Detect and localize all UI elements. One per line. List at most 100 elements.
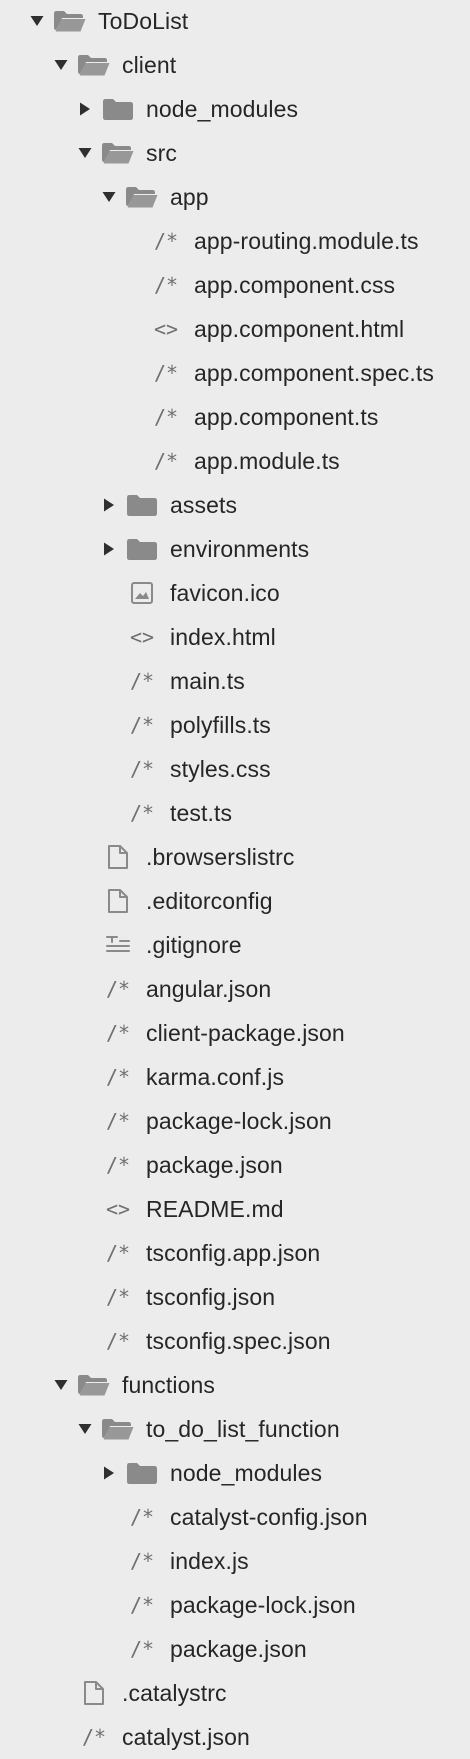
script-file-icon: /* bbox=[129, 669, 155, 693]
script-file-icon: /* bbox=[105, 1153, 131, 1177]
tree-file-tsconfig-spec-json[interactable]: /* tsconfig.spec.json bbox=[0, 1319, 470, 1363]
script-file-icon: /* bbox=[153, 273, 179, 297]
folder-open-icon bbox=[77, 52, 111, 78]
tree-file-app-component-ts[interactable]: /* app.component.ts bbox=[0, 395, 470, 439]
tree-file-main-ts[interactable]: /* main.ts bbox=[0, 659, 470, 703]
text-lines-icon bbox=[101, 932, 135, 958]
tree-folder-functions[interactable]: functions bbox=[0, 1363, 470, 1407]
tree-file-app-component-html[interactable]: <> app.component.html bbox=[0, 307, 470, 351]
tree-item-label: test.ts bbox=[170, 800, 233, 826]
script-file-icon: /* bbox=[129, 801, 155, 825]
tree-folder-app[interactable]: app bbox=[0, 175, 470, 219]
tree-item-label: tsconfig.spec.json bbox=[146, 1328, 331, 1354]
tree-file-app-component-spec-ts[interactable]: /* app.component.spec.ts bbox=[0, 351, 470, 395]
tree-folder-node-modules[interactable]: node_modules bbox=[0, 1451, 470, 1495]
disclosure-expanded-icon[interactable] bbox=[54, 1378, 68, 1392]
tree-file-client-package-json[interactable]: /* client-package.json bbox=[0, 1011, 470, 1055]
disclosure-collapsed-icon[interactable] bbox=[78, 102, 92, 116]
tree-folder-client[interactable]: client bbox=[0, 43, 470, 87]
tree-file-editorconfig[interactable]: .editorconfig bbox=[0, 879, 470, 923]
tree-item-label: polyfills.ts bbox=[170, 712, 271, 738]
tree-item-label: .catalystrc bbox=[122, 1680, 227, 1706]
tree-file-angular-json[interactable]: /* angular.json bbox=[0, 967, 470, 1011]
folder-open-icon bbox=[101, 140, 135, 166]
tree-file-catalyst-config-json[interactable]: /* catalyst-config.json bbox=[0, 1495, 470, 1539]
script-file-icon: /* bbox=[153, 229, 179, 253]
tree-file-app-module-ts[interactable]: /* app.module.ts bbox=[0, 439, 470, 483]
tree-file-styles-css[interactable]: /* styles.css bbox=[0, 747, 470, 791]
tree-file-readme-md[interactable]: <> README.md bbox=[0, 1187, 470, 1231]
tree-file-package-json[interactable]: /* package.json bbox=[0, 1627, 470, 1671]
tree-item-label: node_modules bbox=[170, 1460, 323, 1486]
script-file-icon: /* bbox=[153, 449, 179, 473]
tree-file-index-html[interactable]: <> index.html bbox=[0, 615, 470, 659]
tree-item-label: app.module.ts bbox=[194, 448, 340, 474]
tree-file-package-lock-json[interactable]: /* package-lock.json bbox=[0, 1583, 470, 1627]
script-file-icon: /* bbox=[129, 1505, 155, 1529]
disclosure-collapsed-icon[interactable] bbox=[102, 498, 116, 512]
tree-item-label: to_do_list_function bbox=[146, 1416, 340, 1442]
script-file-icon: /* bbox=[81, 1725, 107, 1749]
document-icon bbox=[101, 888, 135, 914]
disclosure-expanded-icon[interactable] bbox=[78, 1422, 92, 1436]
script-file-icon: /* bbox=[105, 1285, 131, 1309]
tree-file-browserslistrc[interactable]: .browserslistrc bbox=[0, 835, 470, 879]
tree-item-label: karma.conf.js bbox=[146, 1064, 285, 1090]
folder-open-icon bbox=[101, 1416, 135, 1442]
tree-file-tsconfig-json[interactable]: /* tsconfig.json bbox=[0, 1275, 470, 1319]
disclosure-expanded-icon[interactable] bbox=[30, 14, 44, 28]
document-icon bbox=[77, 1680, 111, 1706]
tree-item-label: package.json bbox=[170, 1636, 307, 1662]
tree-item-label: index.js bbox=[170, 1548, 249, 1574]
folder-icon bbox=[125, 536, 159, 562]
tree-item-label: app.component.ts bbox=[194, 404, 379, 430]
tree-item-label: tsconfig.app.json bbox=[146, 1240, 321, 1266]
tree-item-label: app.component.css bbox=[194, 272, 396, 298]
tree-file-package-lock-json[interactable]: /* package-lock.json bbox=[0, 1099, 470, 1143]
tree-file-app-component-css[interactable]: /* app.component.css bbox=[0, 263, 470, 307]
tree-file-index-js[interactable]: /* index.js bbox=[0, 1539, 470, 1583]
tree-item-label: .editorconfig bbox=[146, 888, 273, 914]
tree-item-label: app-routing.module.ts bbox=[194, 228, 419, 254]
tree-file-polyfills-ts[interactable]: /* polyfills.ts bbox=[0, 703, 470, 747]
tree-item-label: app.component.spec.ts bbox=[194, 360, 434, 386]
script-file-icon: /* bbox=[129, 713, 155, 737]
tree-item-label: tsconfig.json bbox=[146, 1284, 276, 1310]
tree-file-catalyst-json[interactable]: /* catalyst.json bbox=[0, 1715, 470, 1759]
tree-item-label: ToDoList bbox=[98, 8, 189, 34]
tree-folder-environments[interactable]: environments bbox=[0, 527, 470, 571]
tree-item-label: .browserslistrc bbox=[146, 844, 295, 870]
tree-file-app-routing-module-ts[interactable]: /* app-routing.module.ts bbox=[0, 219, 470, 263]
tree-item-label: node_modules bbox=[146, 96, 299, 122]
tree-folder-todolist[interactable]: ToDoList bbox=[0, 0, 470, 43]
tree-item-label: app bbox=[170, 184, 209, 210]
tree-file-gitignore[interactable]: .gitignore bbox=[0, 923, 470, 967]
tree-file-test-ts[interactable]: /* test.ts bbox=[0, 791, 470, 835]
tree-item-label: angular.json bbox=[146, 976, 272, 1002]
tree-item-label: index.html bbox=[170, 624, 276, 650]
file-tree: ToDoList client node_modules src app/* app-ro… bbox=[0, 0, 470, 1751]
disclosure-collapsed-icon[interactable] bbox=[102, 542, 116, 556]
tree-item-label: README.md bbox=[146, 1196, 284, 1222]
tree-item-label: main.ts bbox=[170, 668, 245, 694]
tree-file-karma-conf-js[interactable]: /* karma.conf.js bbox=[0, 1055, 470, 1099]
disclosure-expanded-icon[interactable] bbox=[78, 146, 92, 160]
tree-file-package-json[interactable]: /* package.json bbox=[0, 1143, 470, 1187]
disclosure-collapsed-icon[interactable] bbox=[102, 1466, 116, 1480]
tree-folder-node-modules[interactable]: node_modules bbox=[0, 87, 470, 131]
script-file-icon: /* bbox=[105, 1329, 131, 1353]
tree-file-favicon-ico[interactable]: favicon.ico bbox=[0, 571, 470, 615]
tree-folder-assets[interactable]: assets bbox=[0, 483, 470, 527]
document-icon bbox=[101, 844, 135, 870]
script-file-icon: /* bbox=[129, 1593, 155, 1617]
tree-folder-src[interactable]: src bbox=[0, 131, 470, 175]
tree-file-catalystrc[interactable]: .catalystrc bbox=[0, 1671, 470, 1715]
folder-icon bbox=[125, 492, 159, 518]
tree-file-tsconfig-app-json[interactable]: /* tsconfig.app.json bbox=[0, 1231, 470, 1275]
tree-item-label: package-lock.json bbox=[170, 1592, 356, 1618]
disclosure-expanded-icon[interactable] bbox=[54, 58, 68, 72]
folder-open-icon bbox=[53, 8, 87, 34]
tree-item-label: favicon.ico bbox=[170, 580, 280, 606]
disclosure-expanded-icon[interactable] bbox=[102, 190, 116, 204]
tree-folder-to-do-list-function[interactable]: to_do_list_function bbox=[0, 1407, 470, 1451]
